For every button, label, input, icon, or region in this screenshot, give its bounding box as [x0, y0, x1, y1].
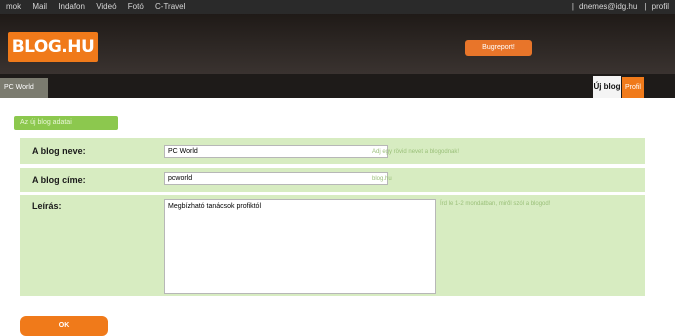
description-textarea[interactable]: Megbízható tanácsok profiktól [164, 199, 436, 294]
profile-link[interactable]: profil [652, 2, 669, 11]
blog-address-label: A blog címe: [32, 175, 86, 185]
blog-name-input[interactable]: PC World [164, 145, 388, 158]
top-nav-link[interactable]: Fotó [128, 2, 144, 11]
top-nav-link[interactable]: mok [6, 2, 21, 11]
ok-button[interactable]: OK [20, 316, 108, 336]
top-nav-user: | dnemes@idg.hu | profil [571, 2, 669, 11]
top-nav-bar: mok Mail Indafon Videó Fotó C-Travel | dn… [0, 0, 675, 14]
tab-bar: PC World Új blog Profil [0, 74, 675, 98]
top-nav-link[interactable]: Indafon [58, 2, 85, 11]
user-email-link[interactable]: dnemes@idg.hu [579, 2, 637, 11]
top-nav-link[interactable]: C-Travel [155, 2, 185, 11]
top-nav-links: mok Mail Indafon Videó Fotó C-Travel [0, 0, 188, 14]
description-label: Leírás: [32, 201, 62, 211]
site-logo[interactable]: BLOG.HU [8, 32, 98, 62]
form-legend: Az új blog adatai [14, 116, 118, 130]
form-row-address: A blog címe: pcworld blog.hu [20, 168, 645, 192]
tab-pc-world[interactable]: PC World [0, 78, 48, 98]
top-nav-link[interactable]: Videó [96, 2, 116, 11]
form-row-description: Leírás: Megbízható tanácsok profiktól Ír… [20, 195, 645, 296]
top-nav-link[interactable]: Mail [32, 2, 47, 11]
site-header: BLOG.HU Bugreport! [0, 14, 675, 74]
blog-name-hint: Adj egy rövid nevet a blogodnak! [372, 149, 460, 155]
tab-new-blog[interactable]: Új blog [593, 76, 621, 98]
description-hint: Írd le 1-2 mondatban, miről szól a blogo… [440, 201, 551, 207]
tab-profile[interactable]: Profil [622, 77, 644, 98]
bugreport-button[interactable]: Bugreport! [465, 40, 532, 56]
blog-name-label: A blog neve: [32, 146, 86, 156]
blog-address-hint: blog.hu [372, 176, 392, 182]
form-row-name: A blog neve: PC World Adj egy rövid neve… [20, 138, 645, 164]
blog-address-input[interactable]: pcworld [164, 172, 388, 185]
